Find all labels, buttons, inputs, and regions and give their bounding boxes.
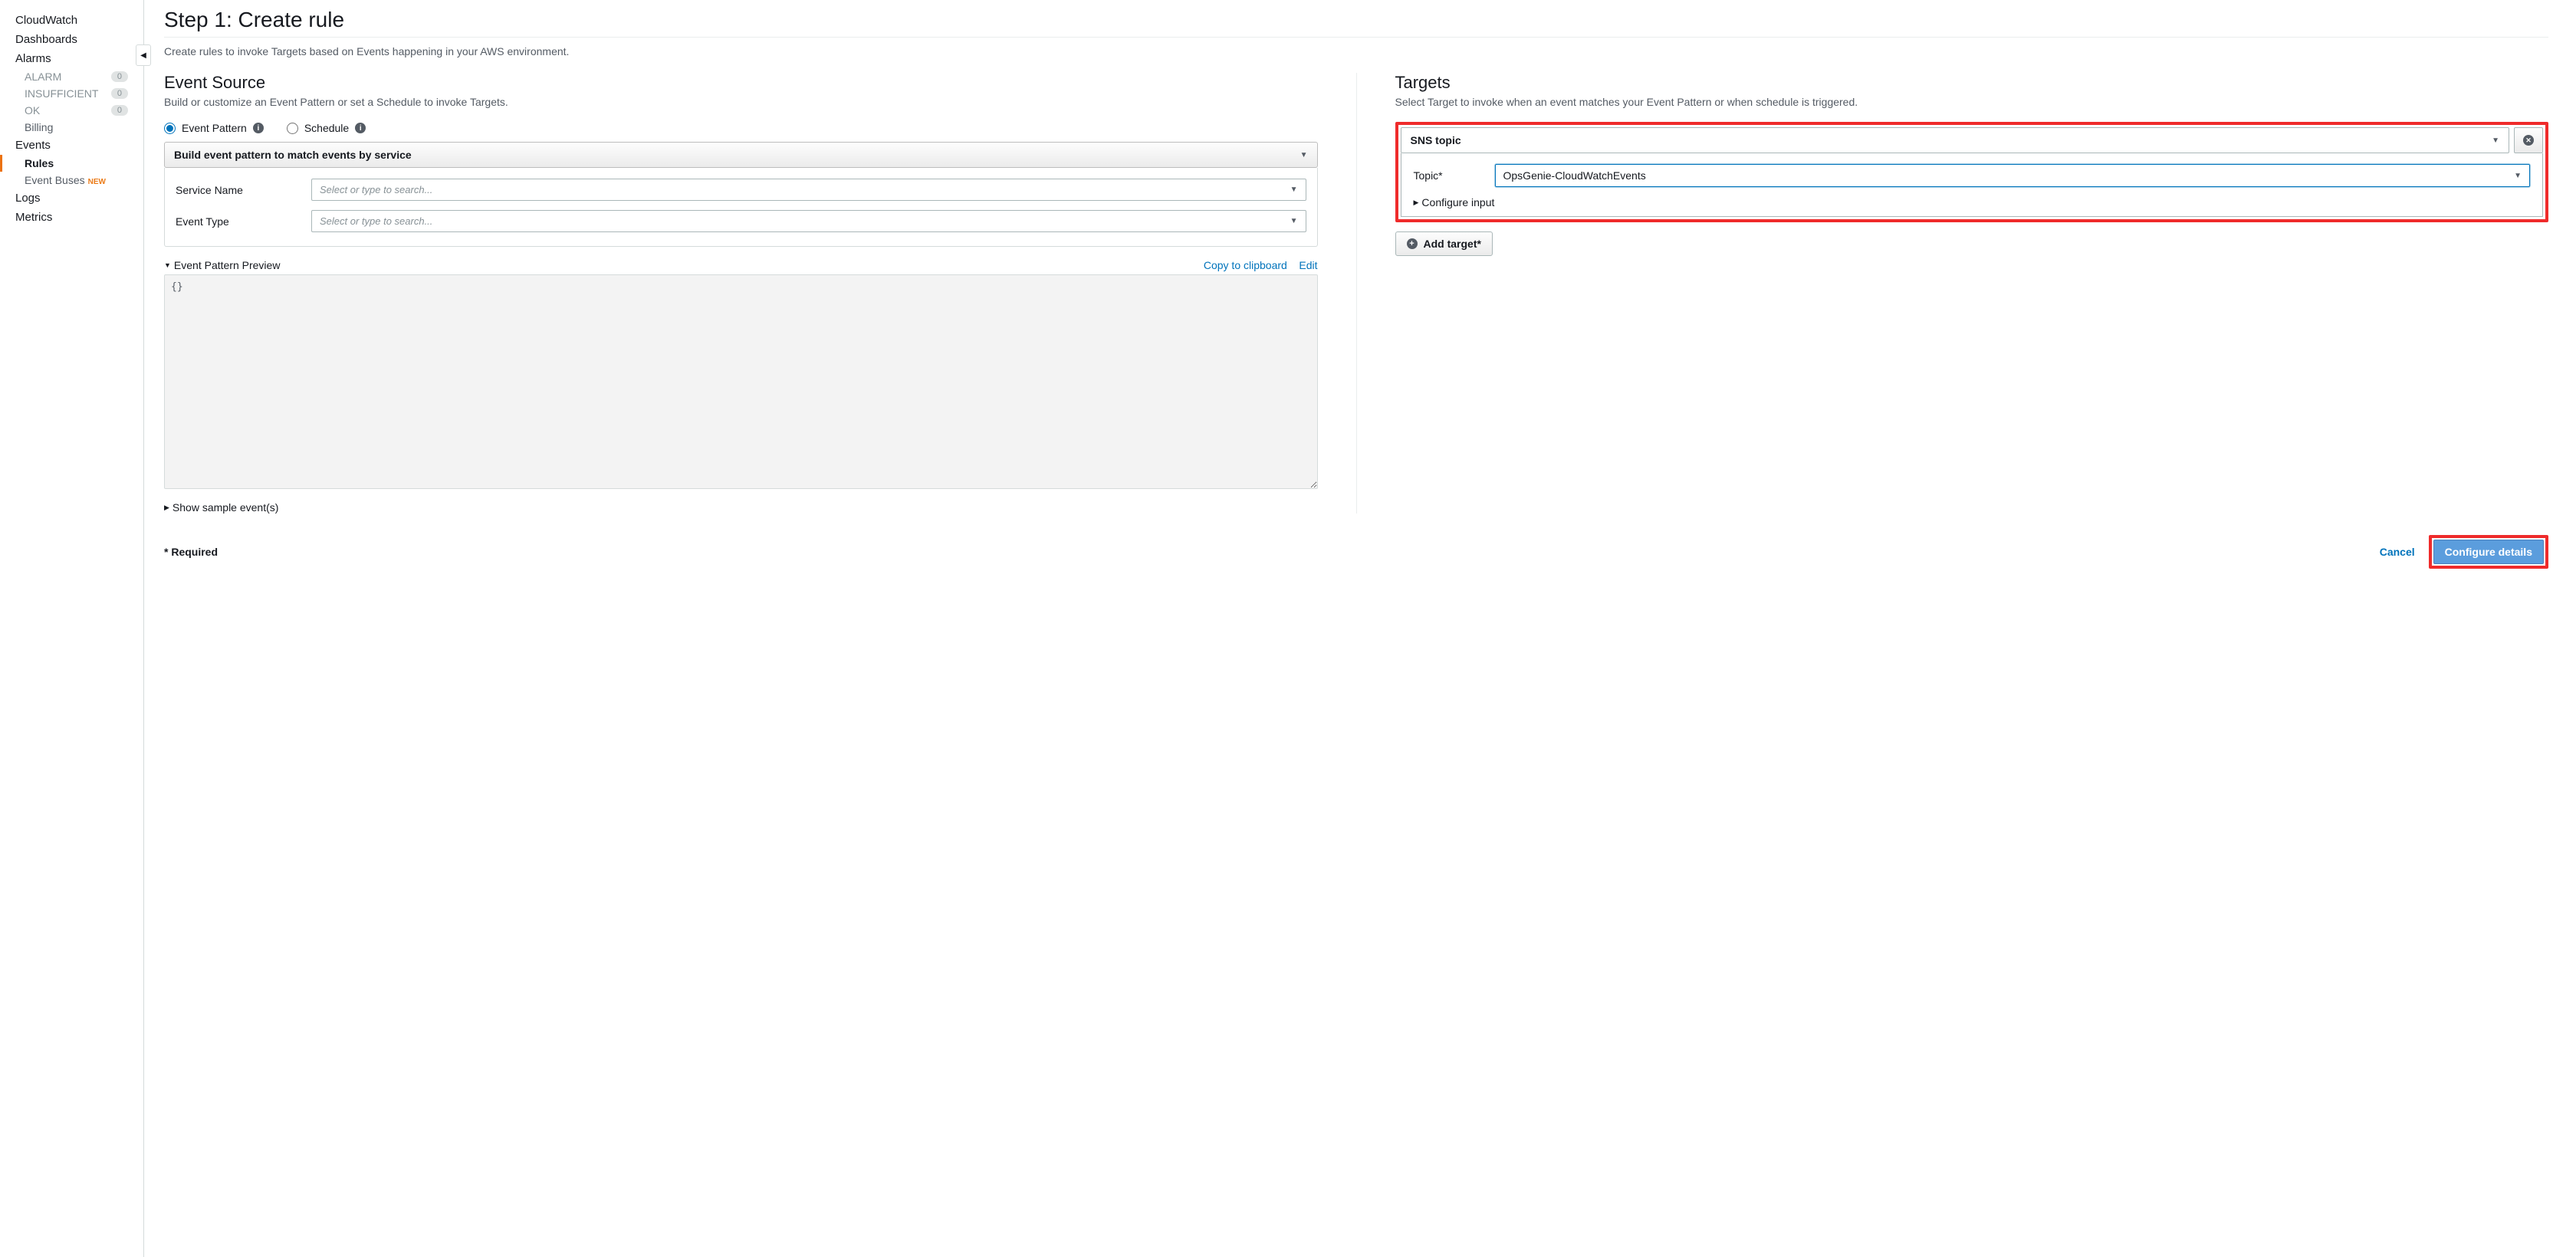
page-title: Step 1: Create rule (164, 8, 2548, 32)
sidebar: CloudWatch Dashboards Alarms ALARM0 INSU… (0, 0, 144, 1257)
chevron-down-icon: ▼ (2514, 172, 2522, 180)
close-icon: ✕ (2523, 135, 2534, 146)
chevron-down-icon[interactable]: ▼ (164, 261, 171, 269)
chevron-down-icon: ▼ (1290, 185, 1298, 194)
remove-target-button[interactable]: ✕ (2514, 127, 2543, 153)
configure-details-button[interactable]: Configure details (2433, 540, 2544, 564)
edit-link[interactable]: Edit (1299, 259, 1317, 271)
sidebar-item-billing[interactable]: Billing (0, 119, 143, 136)
sidebar-item-alarms[interactable]: Alarms (0, 49, 143, 68)
service-name-select[interactable]: Select or type to search... ▼ (311, 179, 1306, 201)
schedule-label: Schedule (304, 122, 349, 134)
service-name-label: Service Name (176, 184, 302, 196)
chevron-right-icon: ▶ (1414, 199, 1419, 207)
targets-column: Targets Select Target to invoke when an … (1357, 73, 2549, 514)
sidebar-item-logs[interactable]: Logs (0, 189, 143, 208)
configure-details-highlight: Configure details (2429, 535, 2548, 569)
badge-count: 0 (111, 88, 128, 99)
sidebar-item-ok[interactable]: OK0 (0, 102, 143, 119)
footer: * Required Cancel Configure details (164, 535, 2548, 569)
chevron-down-icon: ▼ (1300, 151, 1308, 159)
copy-to-clipboard-link[interactable]: Copy to clipboard (1204, 259, 1287, 271)
event-source-column: Event Source Build or customize an Event… (164, 73, 1357, 514)
sidebar-item-metrics[interactable]: Metrics (0, 208, 143, 227)
collapse-sidebar-button[interactable]: ◀ (136, 44, 151, 66)
badge-count: 0 (111, 105, 128, 116)
sidebar-item-events[interactable]: Events (0, 136, 143, 155)
sidebar-item-event-buses[interactable]: Event BusesNEW (0, 172, 143, 189)
chevron-right-icon: ▶ (164, 504, 169, 512)
event-pattern-form: Service Name Select or type to search...… (164, 168, 1318, 247)
sidebar-item-dashboards[interactable]: Dashboards (0, 30, 143, 49)
topic-select[interactable]: OpsGenie-CloudWatchEvents ▼ (1495, 164, 2531, 187)
target-config-highlight: SNS topic ▼ ✕ Topic* OpsGenie-CloudWatch… (1395, 122, 2549, 222)
page-subtitle: Create rules to invoke Targets based on … (164, 37, 2548, 57)
targets-title: Targets (1395, 73, 2549, 93)
event-type-select[interactable]: Select or type to search... ▼ (311, 210, 1306, 232)
sidebar-item-cloudwatch[interactable]: CloudWatch (0, 11, 143, 30)
preview-label: Event Pattern Preview (174, 259, 281, 271)
schedule-radio[interactable] (287, 123, 298, 134)
main-content: Step 1: Create rule Create rules to invo… (144, 0, 2576, 1257)
sidebar-item-rules[interactable]: Rules (0, 155, 143, 172)
show-sample-events-toggle[interactable]: ▶ Show sample event(s) (164, 501, 1318, 514)
add-target-button[interactable]: + Add target* (1395, 231, 1493, 256)
badge-count: 0 (111, 71, 128, 82)
required-note: * Required (164, 546, 218, 558)
chevron-down-icon: ▼ (1290, 217, 1298, 225)
event-source-desc: Build or customize an Event Pattern or s… (164, 96, 1318, 108)
info-icon[interactable]: i (253, 123, 264, 133)
info-icon[interactable]: i (355, 123, 366, 133)
sidebar-item-insufficient[interactable]: INSUFFICIENT0 (0, 85, 143, 102)
event-type-label: Event Type (176, 215, 302, 228)
event-source-title: Event Source (164, 73, 1318, 93)
sidebar-item-alarm[interactable]: ALARM0 (0, 68, 143, 85)
targets-desc: Select Target to invoke when an event ma… (1395, 96, 2549, 108)
event-pattern-radio[interactable] (164, 123, 176, 134)
event-pattern-preview[interactable]: {} (164, 274, 1318, 489)
cancel-button[interactable]: Cancel (2380, 546, 2415, 558)
new-badge: NEW (88, 178, 106, 186)
build-pattern-dropdown[interactable]: Build event pattern to match events by s… (164, 142, 1318, 168)
topic-label: Topic* (1414, 169, 1483, 182)
chevron-down-icon: ▼ (2492, 136, 2499, 145)
plus-icon: + (1407, 238, 1418, 249)
configure-input-toggle[interactable]: ▶ Configure input (1414, 196, 2531, 208)
target-type-select[interactable]: SNS topic ▼ (1401, 127, 2510, 153)
event-pattern-label: Event Pattern (182, 122, 247, 134)
